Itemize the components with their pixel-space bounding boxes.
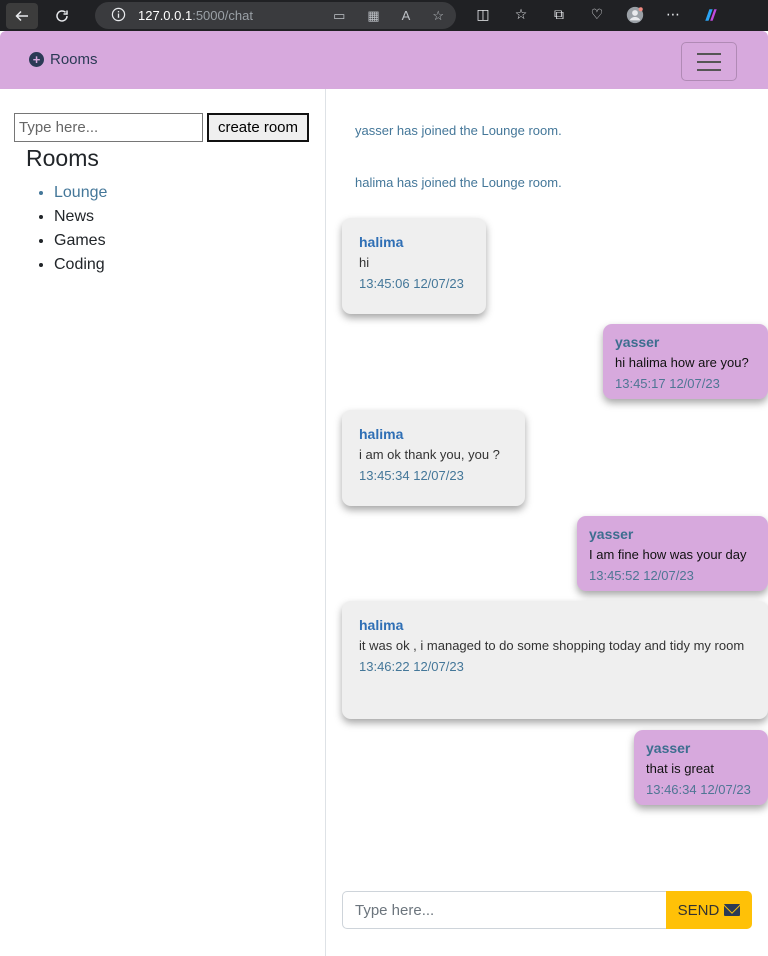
- envelope-icon: [724, 904, 741, 916]
- rooms-heading: Rooms: [26, 145, 99, 171]
- system-message: yasser has joined the Lounge room.: [355, 123, 562, 138]
- url-path: :5000/chat: [192, 8, 253, 23]
- room-item-coding[interactable]: Coding: [54, 253, 107, 277]
- apps-icon[interactable]: ▦: [367, 8, 379, 24]
- message-username: yasser: [646, 740, 691, 756]
- message-text: hi halima how are you?: [615, 355, 749, 370]
- plus-circle-icon: +: [29, 52, 44, 67]
- url-host: 127.0.0.1: [138, 8, 193, 23]
- message-text: i am ok thank you, you ?: [359, 447, 500, 462]
- app-navbar: + Rooms: [0, 31, 768, 89]
- message-bubble: yasser that is great 13:46:34 12/07/23: [634, 730, 768, 805]
- rooms-sidebar: create room Rooms Lounge News Games Codi…: [0, 89, 326, 956]
- message-input[interactable]: [342, 891, 666, 929]
- browser-toolbar: 127.0.0.1:5000/chat ▭ ▦ A ☆ ◫ ☆ ⧉ ♡ ⋯: [0, 0, 768, 31]
- hamburger-icon-line: [697, 52, 721, 55]
- send-button[interactable]: SEND: [666, 891, 752, 929]
- create-room-button[interactable]: create room: [207, 113, 309, 142]
- message-username: yasser: [589, 526, 634, 542]
- message-bubble: halima i am ok thank you, you ? 13:45:34…: [342, 410, 525, 506]
- message-username: halima: [359, 426, 404, 442]
- message-username: yasser: [615, 334, 660, 350]
- favorite-star-icon[interactable]: ☆: [432, 8, 444, 24]
- site-info-icon[interactable]: [111, 7, 126, 25]
- cast-icon[interactable]: ▭: [333, 8, 345, 24]
- message-form: SEND: [342, 891, 752, 929]
- message-text: that is great: [646, 761, 714, 776]
- send-label: SEND: [677, 901, 720, 919]
- message-username: halima: [359, 617, 404, 633]
- address-bar[interactable]: 127.0.0.1:5000/chat ▭ ▦ A ☆: [95, 2, 456, 29]
- message-bubble: halima it was ok , i managed to do some …: [342, 601, 768, 719]
- message-timestamp: 13:45:34 12/07/23: [359, 468, 464, 483]
- message-timestamp: 13:45:06 12/07/23: [359, 276, 464, 291]
- message-timestamp: 13:46:34 12/07/23: [646, 782, 751, 797]
- collections-icon[interactable]: ⧉: [550, 6, 568, 24]
- message-text: it was ok , i managed to do some shoppin…: [359, 638, 745, 653]
- menu-toggle-button[interactable]: [681, 42, 737, 81]
- split-screen-icon[interactable]: ◫: [474, 6, 492, 24]
- new-room-input[interactable]: [14, 113, 203, 142]
- rooms-brand-link[interactable]: + Rooms: [29, 51, 98, 68]
- room-item-games[interactable]: Games: [54, 229, 107, 253]
- back-icon[interactable]: [6, 2, 38, 29]
- hamburger-icon-line: [697, 60, 721, 63]
- message-timestamp: 13:45:52 12/07/23: [589, 568, 694, 583]
- message-bubble: yasser hi halima how are you? 13:45:17 1…: [603, 324, 768, 399]
- more-menu-icon[interactable]: ⋯: [664, 6, 682, 24]
- hamburger-icon-line: [697, 68, 721, 71]
- message-timestamp: 13:46:22 12/07/23: [359, 659, 464, 674]
- read-aloud-icon[interactable]: A: [402, 8, 411, 24]
- profile-avatar-icon[interactable]: [626, 6, 644, 24]
- message-bubble: yasser I am fine how was your day 13:45:…: [577, 516, 768, 591]
- favorites-icon[interactable]: ☆: [512, 6, 530, 24]
- brand-label: Rooms: [50, 51, 98, 68]
- system-message: halima has joined the Lounge room.: [355, 175, 562, 190]
- reload-icon[interactable]: [49, 3, 75, 29]
- room-item-lounge[interactable]: Lounge: [54, 181, 107, 205]
- copilot-icon[interactable]: [702, 6, 720, 24]
- chat-panel: yasser has joined the Lounge room. halim…: [326, 89, 768, 956]
- message-bubble: halima hi 13:45:06 12/07/23: [342, 218, 486, 314]
- message-username: halima: [359, 234, 404, 250]
- room-item-news[interactable]: News: [54, 205, 107, 229]
- message-text: I am fine how was your day: [589, 547, 747, 562]
- message-timestamp: 13:45:17 12/07/23: [615, 376, 720, 391]
- health-icon[interactable]: ♡: [588, 6, 606, 24]
- room-list: Lounge News Games Coding: [54, 181, 107, 277]
- message-text: hi: [359, 255, 370, 270]
